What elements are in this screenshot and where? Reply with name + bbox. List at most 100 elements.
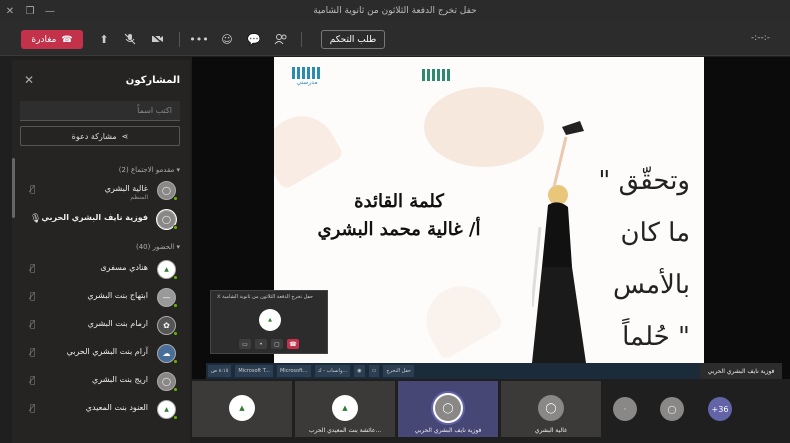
leave-label: مغادرة [31,34,57,45]
participant-row[interactable]: 🎙̸ العنود بنت المعيدي ▲ [20,398,182,424]
school-logo: ▲ [259,309,281,331]
shared-taskbar: ٨:١٥ ص Microsoft T... Microsoft... واتسا… [206,363,700,379]
avatar: ◯ [538,395,564,421]
mic-muted-icon: 🎙̸ [30,348,36,358]
meeting-timer: -:--:- [750,33,770,43]
avatar[interactable]: · [613,397,637,421]
decor-heart [274,103,345,191]
avatar[interactable]: ◯ [660,397,684,421]
presence-badge [173,359,178,364]
video-tile[interactable]: ◯ غالية البشري [501,381,601,437]
mic-on-icon: 🎙 [30,214,42,224]
camera-off-icon[interactable] [149,31,165,47]
quote-line: بالأمس [612,270,690,300]
panel-header: ✕ المشاركون [12,70,190,96]
taskbar-clock: ٨:١٥ ص [208,365,232,377]
ministry-logo [422,69,452,81]
presenters-heading-label: مقدمو الاجتماع (2) [118,166,175,174]
mic-muted-icon: 🎙̸ [30,264,36,274]
taskbar-item: Microsoft T... [235,365,273,377]
avatar: ▲ [332,395,358,421]
slide-speaker: أ/ غالية محمد البشري [317,219,481,240]
attendees-heading[interactable]: الحضور (40) ▾ [136,243,180,251]
presence-badge [173,303,178,308]
attendees-heading-label: الحضور (40) [135,243,175,251]
tile-name: عائشة بنت المعيدي الحرب... [308,427,382,434]
window-title: حفل تخرج الدفعة الثلاثون من ثانوية الشام… [313,6,477,16]
participant-tiles: ▲ ▲ عائشة بنت المعيدي الحرب... ◯ فوزية ن… [192,381,790,443]
participant-search-input[interactable]: اكتب اسماً [20,101,180,121]
share-screen-icon[interactable]: ⬆ [96,31,112,47]
close-icon[interactable]: ✕ [24,73,34,87]
tile-name: غالية البشري [534,427,568,434]
panel-scrollbar[interactable] [12,158,15,218]
request-control-button[interactable]: طلب التحكم [321,30,385,49]
share-icon: ⋖ [121,131,129,141]
presence-badge [173,331,178,336]
browser-icon: ◉ [354,365,365,377]
mic-muted-icon: 🎙̸ [30,320,36,330]
madrasati-logo-text: مدرستي [296,79,318,86]
mic-muted-icon: 🎙̸ [30,292,36,302]
participant-name: غالية البشري [104,184,148,193]
participant-name: ابتهاج بنت البشري [87,291,148,300]
title-bar: ✕ ❐ — حفل تخرج الدفعة الثلاثون من ثانوية… [0,0,790,22]
video-tile[interactable]: ▲ [192,381,292,437]
presence-badge [173,196,178,201]
toolbar-divider [301,32,302,47]
panel-title: المشاركون [125,75,180,86]
mic-muted-icon: 🎙̸ [30,376,36,386]
presence-badge [173,225,178,230]
tile-name: فوزية نايف البشري الحربي [414,427,482,434]
participant-row[interactable]: 🎙̸ ابتهاج بنت البشري — [20,286,182,312]
taskbar-item: Microsoft... [276,365,311,377]
mini-meeting-window[interactable]: x حفل تخرج الدفعة الثلاثون من ثانوية الش… [210,290,328,354]
leave-button[interactable]: مغادرة ☎ [21,30,83,49]
presence-badge [173,387,178,392]
participants-icon[interactable] [273,31,289,47]
folder-icon: ▭ [368,365,380,377]
madrasati-logo: مدرستي [292,67,322,86]
share-screen-icon[interactable]: ▢ [271,339,283,349]
taskbar-item: حفل التخرج [383,365,415,377]
presentation-slide: مدرستي كلمة القائدة أ/ غالية محمد البشري… [274,57,704,363]
presenter-name-tag: فوزية نايف البشري الحربي [700,363,782,379]
participants-panel: ✕ المشاركون اكتب اسماً مشاركة دعوة ⋖ مقد… [12,60,190,443]
mic-muted-icon[interactable] [122,31,138,47]
share-invite-label: مشاركة دعوة [71,131,117,141]
quote-line: " وتحقّق [598,166,690,196]
mic-icon[interactable]: • [255,339,267,349]
toolbar-divider [179,32,180,47]
participant-row[interactable]: 🎙 فوزية نايف البشري الحربي ◯ [20,208,182,234]
decor-shape [424,87,544,167]
slide-title: كلمة القائدة [354,191,444,212]
participant-row[interactable]: 🎙̸ آرام بنت البشري الحربي ☁ [20,342,182,368]
more-options-icon[interactable]: ••• [189,31,208,47]
mic-muted-icon: 🎙̸ [30,404,36,414]
meeting-toolbar: مغادرة ☎ ⬆ ••• ☺ 💬 طلب التحكم -:--:- [0,22,790,56]
participant-role: المنظم [130,194,148,201]
mini-window-title: حفل تخرج الدفعة الثلاثون من ثانوية الشام… [222,294,313,300]
hangup-icon[interactable]: ☎ [287,339,299,349]
video-tile[interactable]: ▲ عائشة بنت المعيدي الحرب... [295,381,395,437]
participant-name: العنود بنت المعيدي [85,403,148,412]
camera-icon[interactable]: ▭ [239,339,251,349]
chat-icon[interactable]: 💬 [246,31,262,47]
participant-name: هنادي مسفرى [100,263,148,272]
participant-row[interactable]: 🎙̸ اريج بنت البشري ◯ [20,370,182,396]
presence-badge [173,415,178,420]
participant-name: اريج بنت البشري [92,375,148,384]
reactions-icon[interactable]: ☺ [219,31,235,47]
hangup-icon: ☎ [61,34,73,45]
participant-row[interactable]: 🎙̸ غالية البشري المنظم ◯ [20,179,182,205]
overflow-count-badge[interactable]: +36 [708,397,732,421]
participant-row[interactable]: 🎙̸ هنادي مسفرى ▲ [20,258,182,284]
video-tile[interactable]: ◯ فوزية نايف البشري الحربي [398,381,498,437]
participant-name: ارمام بنت البشري [87,319,148,328]
participant-row[interactable]: 🎙̸ ارمام بنت البشري ✿ [20,314,182,340]
taskbar-item: واتساب - ك... [314,365,351,377]
avatar: ▲ [229,395,255,421]
share-invite-button[interactable]: مشاركة دعوة ⋖ [20,126,180,146]
presenters-heading[interactable]: مقدمو الاجتماع (2) ▾ [119,166,180,174]
mic-muted-icon: 🎙̸ [30,185,36,195]
